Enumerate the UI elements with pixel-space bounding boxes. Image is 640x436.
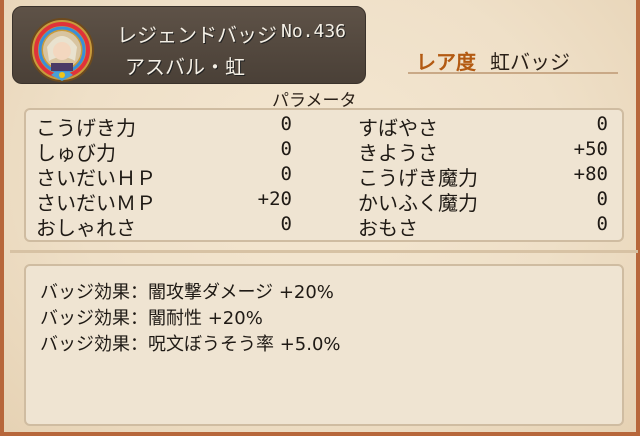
stat-name: おもさ bbox=[358, 216, 418, 240]
stat-value: 0 bbox=[596, 188, 608, 210]
stat-value: +80 bbox=[573, 163, 608, 185]
badge-number: No.436 bbox=[281, 21, 347, 42]
badge-effect: バッジ効果：呪文ぼうそう率 +5.0% bbox=[40, 334, 341, 355]
stat-value: 0 bbox=[596, 113, 608, 135]
stat-value: 0 bbox=[280, 213, 292, 235]
badge-name: アスバル・虹 bbox=[125, 55, 245, 79]
stat-value: 0 bbox=[280, 113, 292, 135]
stat-value: 0 bbox=[596, 213, 608, 235]
stat-value: +50 bbox=[573, 138, 608, 160]
stat-value: 0 bbox=[280, 138, 292, 160]
stat-value: +20 bbox=[257, 188, 292, 210]
rarity-label: レア度 bbox=[416, 50, 476, 74]
section-divider bbox=[10, 250, 638, 253]
rarity-underline bbox=[408, 72, 618, 74]
badge-detail-window: レジェンドバッジ No.436 アスバル・虹 レア度 虹バッジ パラメータ こう… bbox=[0, 0, 640, 436]
stat-name: おしゃれさ bbox=[36, 216, 136, 240]
badge-type-label: レジェンドバッジ bbox=[117, 23, 277, 47]
badge-header: レジェンドバッジ No.436 アスバル・虹 bbox=[12, 6, 366, 84]
params-panel: こうげき力 0 しゅび力 0 さいだいＨＰ 0 さいだいＭＰ +20 おしゃれさ… bbox=[24, 108, 624, 242]
badge-effect: バッジ効果：闇耐性 +20% bbox=[40, 308, 263, 329]
stat-value: 0 bbox=[280, 163, 292, 185]
badge-effect: バッジ効果：闇攻撃ダメージ +20% bbox=[40, 282, 334, 303]
rarity-value: 虹バッジ bbox=[490, 50, 570, 74]
badge-portrait-icon bbox=[30, 18, 94, 82]
